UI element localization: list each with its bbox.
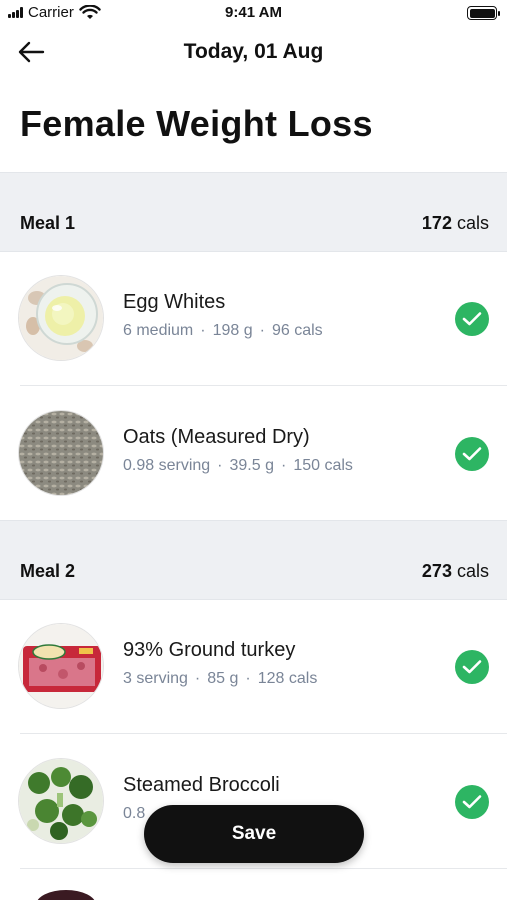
- egg-whites-image: [18, 275, 104, 361]
- check-icon[interactable]: [455, 785, 489, 819]
- food-image-partial: [36, 890, 96, 900]
- food-item[interactable]: 93% Ground turkey 3 serving · 85 g · 128 cal…: [0, 599, 507, 734]
- nav-title: Today, 01 Aug: [183, 40, 324, 63]
- save-button[interactable]: Save: [144, 805, 364, 863]
- page-title: Female Weight Loss: [20, 103, 373, 144]
- food-name: 93% Ground turkey: [123, 639, 296, 661]
- nav-bar: Today, 01 Aug: [0, 30, 507, 74]
- meal-header: Meal 2 273 cals: [0, 520, 507, 600]
- food-name: Egg Whites: [123, 291, 226, 313]
- food-item[interactable]: Oats (Measured Dry) 0.98 serving · 39.5 g ·…: [0, 386, 507, 521]
- food-name: Oats (Measured Dry): [123, 426, 310, 448]
- food-meta: 0.8: [123, 805, 146, 822]
- food-name: Steamed Broccoli: [123, 774, 280, 796]
- meal-calories: 172 cals: [421, 213, 489, 233]
- food-meta: 6 medium · 198 g · 96 cals: [123, 322, 323, 339]
- check-icon[interactable]: [455, 437, 489, 471]
- divider: [20, 868, 507, 869]
- meal-header: Meal 1 172 cals: [0, 172, 507, 252]
- broccoli-image: [18, 758, 104, 844]
- food-item[interactable]: Egg Whites 6 medium · 198 g · 96 cals: [0, 251, 507, 386]
- meal-name: Meal 1: [20, 213, 76, 233]
- meal-name: Meal 2: [20, 561, 76, 581]
- battery-icon: [467, 6, 500, 20]
- status-bar: Carrier 9:41 AM: [0, 0, 507, 26]
- meal-calories: 273 cals: [421, 561, 489, 581]
- ground-turkey-image: [18, 623, 104, 709]
- food-meta: 0.98 serving · 39.5 g · 150 cals: [123, 457, 353, 474]
- food-meta: 3 serving · 85 g · 128 cals: [123, 670, 318, 687]
- check-icon[interactable]: [455, 302, 489, 336]
- status-time: 9:41 AM: [225, 4, 282, 21]
- oats-image: [18, 410, 104, 496]
- check-icon[interactable]: [455, 650, 489, 684]
